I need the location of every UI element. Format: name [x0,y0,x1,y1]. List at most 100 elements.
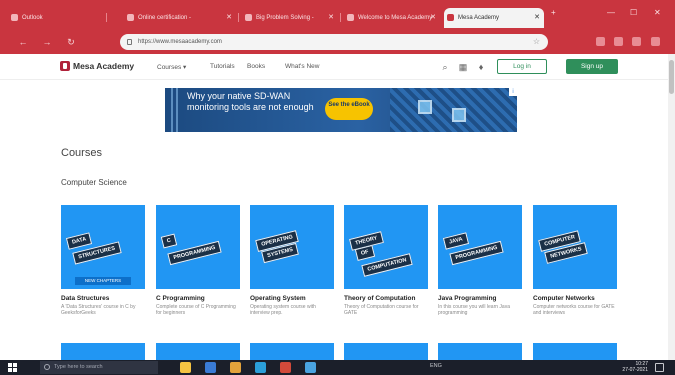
tab-divider [238,13,239,22]
course-card-next-row[interactable] [156,343,240,360]
extension-icon[interactable] [596,37,605,46]
grid-icon[interactable]: ▦ [458,62,468,72]
scrollbar-thumb[interactable] [669,60,674,94]
browser-tab[interactable]: Online certification - ✕ [124,8,236,28]
clock-date: 27-07-2021 [622,367,648,373]
ad-info-icon[interactable]: i [509,88,517,96]
page-title: Courses [61,147,102,159]
course-thumbnail[interactable]: JAVA PROGRAMMING [438,205,522,289]
ad-chip-shape [418,100,432,114]
course-card-next-row[interactable] [438,343,522,360]
tab-close-icon[interactable]: ✕ [534,8,540,28]
tab-label: Online certification - [138,15,192,21]
tab-label: Mesa Academy [458,15,500,21]
tab-favicon-icon [11,14,18,21]
windows-taskbar: Type here to search ENG 10:27 27-07-2021 [0,360,675,375]
forward-icon[interactable]: → [40,35,54,49]
course-title[interactable]: Computer Networks [533,295,617,302]
nav-whats-new[interactable]: What's New [285,63,319,70]
ad-banner[interactable]: Why your native SD-WAN monitoring tools … [165,88,517,132]
course-thumbnail[interactable]: THEORY OF COMPUTATION [344,205,428,289]
menu-dots-icon[interactable] [651,37,660,46]
course-thumbnail[interactable]: COMPUTER NETWORKS [533,205,617,289]
course-thumbnail[interactable]: C PROGRAMMING [156,205,240,289]
tab-label: Outlook [22,15,43,21]
course-card-next-row[interactable] [533,343,617,360]
system-tray[interactable]: ENG [430,363,442,369]
course-description: A 'Data Structures' course in C by Geeks… [61,304,136,316]
search-icon[interactable]: ⌕ [440,62,450,72]
office-icon[interactable] [280,362,291,373]
course-card-next-row[interactable] [250,343,334,360]
notification-center-icon[interactable] [655,363,664,372]
course-title[interactable]: Operating System [250,295,334,302]
course-card[interactable]: OPERATING SYSTEMS Operating System Operatin… [250,205,334,316]
back-icon[interactable]: ← [16,35,30,49]
page-scrollbar[interactable] [668,54,675,360]
tab-favicon-icon [347,14,354,21]
search-icon [44,364,50,370]
course-card-next-row[interactable] [61,343,145,360]
file-explorer-icon[interactable] [180,362,191,373]
ad-cta-button[interactable]: See the eBook [325,98,373,120]
course-thumbnail-tag: DATA [65,232,93,250]
ad-chip-shape [452,108,466,122]
course-title[interactable]: Data Structures [61,295,145,302]
store-icon[interactable] [255,362,266,373]
section-title: Computer Science [61,178,127,187]
nav-tutorials[interactable]: Tutorials [210,63,235,70]
course-title[interactable]: Java Programming [438,295,522,302]
refresh-icon[interactable]: ↻ [64,35,78,49]
url-text: https://www.mesaacademy.com [138,39,222,45]
course-title[interactable]: Theory of Computation [344,295,428,302]
tab-close-icon[interactable]: ✕ [226,8,232,28]
windows-start-icon[interactable] [8,363,17,372]
course-description: Operating system course with interview p… [250,304,316,316]
notification-bell-icon[interactable]: ♦ [476,62,486,72]
login-button[interactable]: Log in [497,59,547,74]
site-header: Mesa Academy Courses ▾ Tutorials Books W… [0,54,668,80]
site-logo[interactable]: Mesa Academy [60,61,134,71]
bookmark-star-icon[interactable]: ☆ [533,34,540,50]
lock-icon [127,39,132,45]
course-thumbnail-tag: C [160,233,178,249]
tab-close-icon[interactable]: ✕ [328,8,334,28]
course-thumbnail[interactable]: OPERATING SYSTEMS [250,205,334,289]
course-card[interactable]: THEORY OF COMPUTATION Theory of Computation… [344,205,428,316]
browser-tab-active[interactable]: Mesa Academy ✕ [444,8,544,28]
window-close-icon[interactable]: ✕ [654,8,661,17]
profile-icon[interactable] [632,37,641,46]
collections-icon[interactable] [614,37,623,46]
taskbar-search[interactable]: Type here to search [40,361,158,374]
course-thumbnail[interactable]: DATA STRUCTURES NEW CHAPTERS [61,205,145,289]
nav-courses-dropdown[interactable]: Courses ▾ [157,63,186,71]
minimize-icon[interactable]: — [607,8,615,17]
tab-divider [106,13,107,22]
tab-favicon-icon [245,14,252,21]
course-thumbnail-tag: OF [354,245,375,261]
course-title[interactable]: C Programming [156,295,240,302]
address-bar[interactable]: https://www.mesaacademy.com ☆ [120,34,548,50]
new-tab-button[interactable]: + [551,8,556,17]
course-card-next-row[interactable] [344,343,428,360]
taskbar-clock[interactable]: 10:27 27-07-2021 [620,361,648,373]
tab-favicon-icon [447,14,454,21]
mail-icon[interactable] [305,362,316,373]
browser-tab[interactable]: Big Problem Solving - ✕ [242,8,338,28]
logo-mark-icon [60,61,70,71]
edge-browser-icon[interactable] [205,362,216,373]
course-card[interactable]: COMPUTER NETWORKS Computer Networks Compute… [533,205,617,316]
folder-icon[interactable] [230,362,241,373]
nav-books[interactable]: Books [247,63,265,70]
course-card[interactable]: JAVA PROGRAMMING Java Programming In this c… [438,205,522,316]
course-thumbnail-tag: JAVA [442,232,469,250]
course-card[interactable]: DATA STRUCTURES NEW CHAPTERS Data Structure… [61,205,145,316]
ad-circuit-graphic [390,88,517,132]
signup-button[interactable]: Sign up [566,59,618,74]
tab-divider [340,13,341,22]
tab-close-icon[interactable]: ✕ [430,8,436,28]
browser-tab[interactable]: Outlook [8,8,102,28]
browser-tab[interactable]: Welcome to Mesa Academy ✕ [344,8,440,28]
course-card[interactable]: C PROGRAMMING C Programming Complete course… [156,205,240,316]
maximize-icon[interactable]: ☐ [630,8,637,17]
